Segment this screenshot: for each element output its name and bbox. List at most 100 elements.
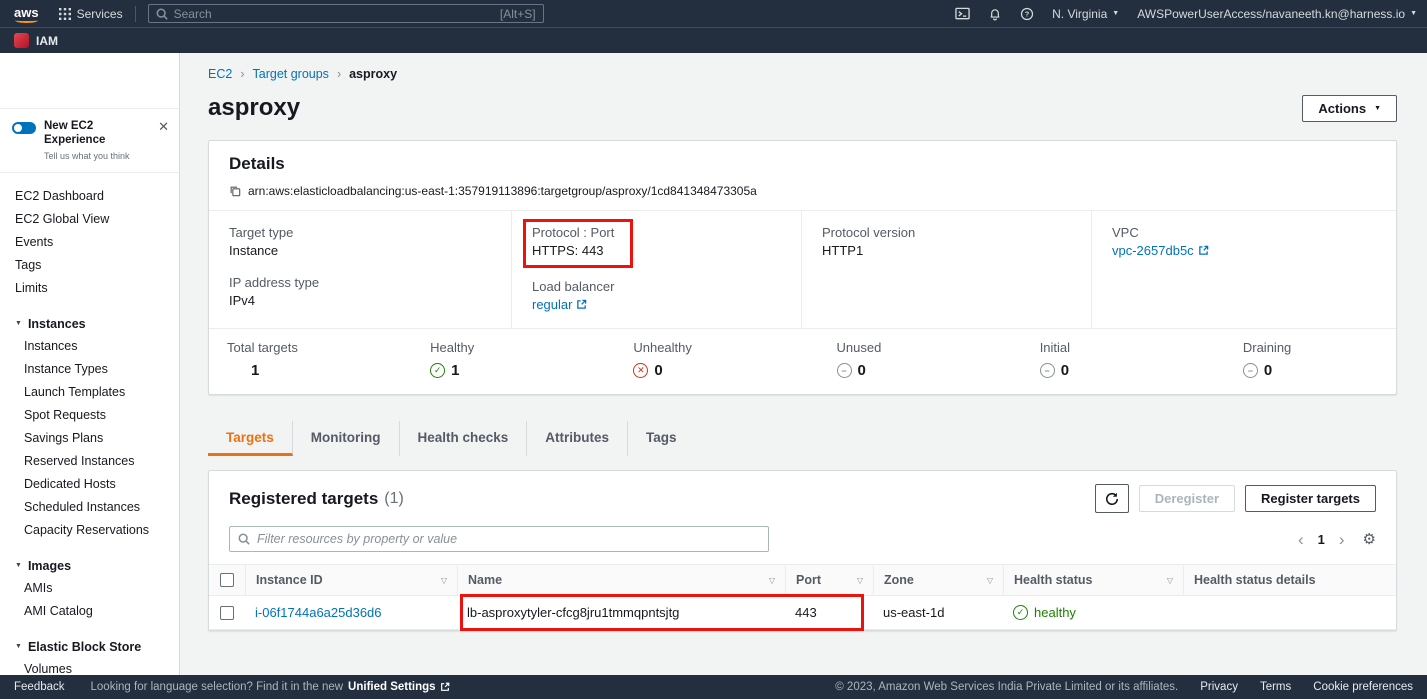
stat-value: 0 <box>654 362 662 379</box>
stat-unused: Unused −0 <box>787 340 990 379</box>
column-header-name[interactable]: Name▽ <box>457 565 785 595</box>
help-icon[interactable]: ? <box>1020 7 1034 21</box>
column-header-health-status[interactable]: Health status▽ <box>1003 565 1183 595</box>
sort-icon[interactable]: ▽ <box>979 576 993 585</box>
stat-initial: Initial −0 <box>990 340 1193 379</box>
column-header-instance-id[interactable]: Instance ID ▽ <box>245 565 457 595</box>
footer-link[interactable]: Terms <box>1260 681 1291 693</box>
field-label: Protocol : Port <box>532 225 614 240</box>
breadcrumb-ec2[interactable]: EC2 <box>208 67 232 81</box>
sort-icon[interactable]: ▽ <box>849 576 863 585</box>
column-label: Instance ID <box>256 573 323 587</box>
column-header-zone[interactable]: Zone▽ <box>873 565 1003 595</box>
row-checkbox[interactable] <box>220 606 234 620</box>
sidebar-section-instances: ▼ Instances Instances Instance Types Lau… <box>0 313 179 542</box>
select-all-checkbox[interactable] <box>220 573 234 587</box>
iam-service-link[interactable]: IAM <box>36 34 58 48</box>
unified-settings-link[interactable]: Unified Settings <box>348 681 450 693</box>
next-page-icon[interactable]: › <box>1339 531 1345 548</box>
sidebar-item[interactable]: Savings Plans <box>0 427 179 450</box>
sidebar-section-header[interactable]: ▼ Instances <box>0 313 179 335</box>
column-header-port[interactable]: Port▽ <box>785 565 873 595</box>
language-text: Looking for language selection? Find it … <box>91 681 344 693</box>
cloudshell-icon[interactable] <box>955 6 970 21</box>
sidebar-item-label: AMI Catalog <box>24 604 93 618</box>
page-number[interactable]: 1 <box>1318 532 1325 547</box>
sidebar-item-label: Volumes <box>24 662 72 675</box>
breadcrumb-target-groups[interactable]: Target groups <box>253 67 329 81</box>
top-navigation-bar: aws Services [Alt+S] ? N. Virginia ▼ <box>0 0 1427 27</box>
sidebar-item[interactable]: Scheduled Instances <box>0 496 179 519</box>
sidebar-item-label: Instance Types <box>24 362 108 376</box>
services-menu[interactable]: Services <box>59 7 123 21</box>
footer-link[interactable]: Cookie preferences <box>1313 681 1413 693</box>
search-icon <box>238 533 250 545</box>
sidebar-item[interactable]: Dedicated Hosts <box>0 473 179 496</box>
filter-box[interactable] <box>229 526 769 552</box>
refresh-button[interactable] <box>1095 484 1129 513</box>
account-menu[interactable]: AWSPowerUserAccess/navaneeth.kn@harness.… <box>1137 7 1417 21</box>
sidebar-item[interactable]: Events <box>0 231 179 254</box>
previous-page-icon[interactable]: ‹ <box>1298 531 1304 548</box>
tab-targets[interactable]: Targets <box>208 421 293 456</box>
actions-label: Actions <box>1318 101 1366 116</box>
search-input[interactable] <box>174 7 494 21</box>
sort-icon[interactable]: ▽ <box>433 576 447 585</box>
sidebar-item[interactable]: Spot Requests <box>0 404 179 427</box>
sidebar-section-header[interactable]: ▼ Elastic Block Store <box>0 636 179 658</box>
register-targets-button[interactable]: Register targets <box>1245 485 1376 512</box>
sidebar-item[interactable]: EC2 Global View <box>0 208 179 231</box>
footer-link-label: Terms <box>1260 681 1291 693</box>
tab-monitoring[interactable]: Monitoring <box>293 421 400 456</box>
field-label: Protocol version <box>822 225 1071 240</box>
stat-unhealthy: Unhealthy ✕0 <box>583 340 786 379</box>
load-balancer-link[interactable]: regular <box>532 297 587 312</box>
tab-attributes[interactable]: Attributes <box>527 421 628 456</box>
sidebar-item[interactable]: Tags <box>0 254 179 277</box>
tab-tags[interactable]: Tags <box>628 421 695 456</box>
column-label: Health status details <box>1194 573 1316 587</box>
notifications-bell-icon[interactable] <box>988 7 1002 21</box>
sidebar-item[interactable]: Volumes <box>0 658 179 675</box>
sort-icon[interactable]: ▽ <box>761 576 775 585</box>
instance-id-link[interactable]: i-06f1744a6a25d36d6 <box>255 605 382 620</box>
details-column: Target type Instance IP address type IPv… <box>209 211 511 328</box>
chevron-down-icon: ▼ <box>15 643 22 650</box>
new-experience-toggle[interactable] <box>12 122 36 134</box>
tab-health-checks[interactable]: Health checks <box>400 421 528 456</box>
sidebar-item[interactable]: Reserved Instances <box>0 450 179 473</box>
sidebar-item[interactable]: Capacity Reservations <box>0 519 179 542</box>
banner-subtitle[interactable]: Tell us what you think <box>44 151 150 161</box>
sidebar-item[interactable]: EC2 Dashboard <box>0 185 179 208</box>
stat-value: 0 <box>1264 362 1272 379</box>
sidebar-section-header[interactable]: ▼ Images <box>0 555 179 577</box>
table-settings-gear-icon[interactable]: ⚙ <box>1363 530 1376 548</box>
target-name-cell: lb-asproxytyler-cfcg8jru1tmmqpntsjtg <box>457 596 785 629</box>
sort-icon[interactable]: ▽ <box>1159 576 1173 585</box>
health-status-text: healthy <box>1034 605 1076 620</box>
aws-logo[interactable]: aws <box>12 5 47 23</box>
actions-button[interactable]: Actions ▼ <box>1302 95 1397 122</box>
footer-link[interactable]: Privacy <box>1200 681 1238 693</box>
new-experience-banner: New EC2 Experience Tell us what you thin… <box>0 108 179 173</box>
sidebar-item[interactable]: AMI Catalog <box>0 600 179 623</box>
vpc-link[interactable]: vpc-2657db5c <box>1112 243 1209 258</box>
copy-icon[interactable] <box>229 185 241 197</box>
deregister-button[interactable]: Deregister <box>1139 485 1235 512</box>
sidebar-item[interactable]: Instance Types <box>0 358 179 381</box>
initial-minus-icon: − <box>1040 363 1055 378</box>
sidebar-item[interactable]: Limits <box>0 277 179 300</box>
global-search[interactable]: [Alt+S] <box>148 4 544 23</box>
sidebar-item[interactable]: Launch Templates <box>0 381 179 404</box>
feedback-link[interactable]: Feedback <box>14 681 65 693</box>
sidebar-item-label: EC2 Global View <box>15 212 109 226</box>
stat-value: 1 <box>251 362 259 379</box>
sidebar-item[interactable]: Instances <box>0 335 179 358</box>
stat-label: Draining <box>1243 340 1396 355</box>
chevron-down-icon: ▼ <box>15 320 22 327</box>
close-icon[interactable]: ✕ <box>158 120 169 133</box>
stat-label: Healthy <box>430 340 583 355</box>
region-selector[interactable]: N. Virginia ▼ <box>1052 7 1119 21</box>
filter-input[interactable] <box>257 532 760 546</box>
sidebar-item[interactable]: AMIs <box>0 577 179 600</box>
